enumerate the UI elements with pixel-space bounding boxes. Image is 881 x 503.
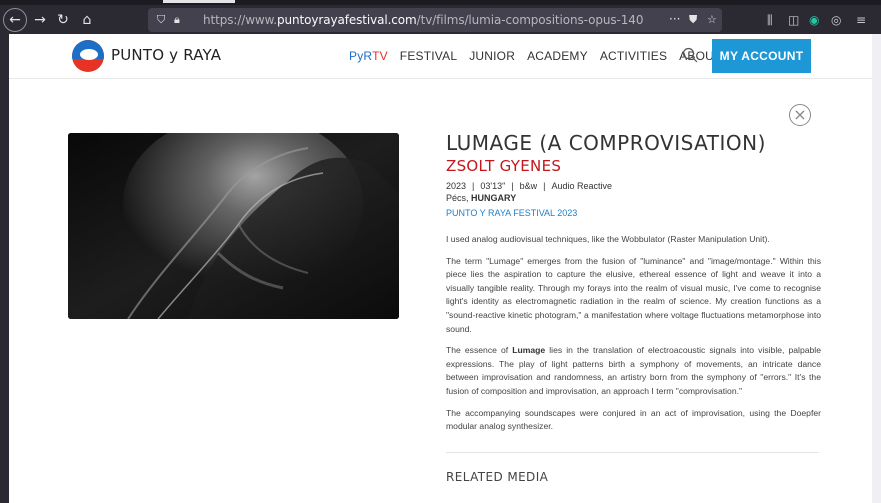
festival-link[interactable]: PUNTO Y RAYA FESTIVAL 2023 <box>446 208 821 218</box>
main-nav: PyRTV FESTIVAL JUNIOR ACADEMY ACTIVITIES… <box>349 49 734 63</box>
lock-icon[interactable]: 🔒︎ <box>174 12 180 28</box>
description-paragraph: I used analog audiovisual techniques, li… <box>446 234 770 244</box>
sidebar-icon[interactable]: ◫ <box>788 13 799 27</box>
description-paragraph: The essence of Lumage lies in the transl… <box>446 345 821 396</box>
nav-junior[interactable]: JUNIOR <box>469 49 515 63</box>
film-still-art <box>68 133 399 319</box>
film-tag[interactable]: Audio Reactive <box>552 181 613 191</box>
shield-icon[interactable]: ⛉ <box>157 12 165 28</box>
film-location: Pécs, HUNGARY <box>446 193 517 203</box>
logo-icon[interactable] <box>72 40 104 72</box>
star-icon[interactable]: ☆ <box>707 12 717 28</box>
film-color: b&w <box>519 181 538 191</box>
film-meta: 2023 | 03'13" | b&w | Audio Reactive <box>446 181 613 191</box>
reload-icon[interactable]: ↻ <box>54 11 72 29</box>
home-icon[interactable]: ⌂ <box>78 11 96 29</box>
forward-arrow-icon[interactable]: → <box>31 11 49 29</box>
window-edge <box>0 34 9 503</box>
account-icon[interactable]: ◎ <box>831 13 841 27</box>
film-duration: 03'13" <box>480 181 506 191</box>
film-title: LUMAGE (A COMPROVISATION) <box>446 131 766 155</box>
library-icon[interactable]: ⫼ <box>767 13 773 27</box>
close-icon[interactable]: × <box>789 104 811 126</box>
url-bar[interactable]: ⛉ 🔒︎ https://www.puntoyrayafestival.com/… <box>148 8 722 32</box>
url-text[interactable]: https://www.puntoyrayafestival.com/tv/fi… <box>203 13 643 27</box>
film-still-image[interactable] <box>68 133 399 319</box>
site-logo-text[interactable]: PUNTO y RAYA <box>111 46 221 64</box>
nav-pyrtv[interactable]: PyRTV <box>349 49 388 63</box>
description-paragraph: The term "Lumage" emerges from the fusio… <box>446 255 821 334</box>
page-actions-icon[interactable]: ··· <box>669 11 680 27</box>
extension-icon[interactable]: ◉ <box>809 13 819 27</box>
search-icon[interactable] <box>682 47 698 63</box>
browser-toolbar: ← → ↻ ⌂ ⛉ 🔒︎ https://www.puntoyrayafesti… <box>0 5 881 34</box>
pocket-icon[interactable]: ⛊ <box>689 12 697 28</box>
site-header: PUNTO y RAYA PyRTV FESTIVAL JUNIOR ACADE… <box>9 34 872 79</box>
section-divider <box>446 451 819 453</box>
film-details: LUMAGE (A COMPROVISATION) ZSOLT GYENES 2… <box>446 131 821 484</box>
scrollbar[interactable] <box>872 34 881 503</box>
nav-academy[interactable]: ACADEMY <box>527 49 588 63</box>
description-paragraph: The accompanying soundscapes were conjur… <box>446 407 821 432</box>
artist-name[interactable]: ZSOLT GYENES <box>446 157 821 175</box>
back-arrow-icon[interactable]: ← <box>3 8 27 32</box>
film-year: 2023 <box>446 181 467 191</box>
page-viewport: PUNTO y RAYA PyRTV FESTIVAL JUNIOR ACADE… <box>9 34 872 503</box>
related-media-heading: RELATED MEDIA <box>446 469 549 484</box>
active-tab-indicator <box>163 0 235 3</box>
nav-activities[interactable]: ACTIVITIES <box>600 49 667 63</box>
menu-icon[interactable]: ≡ <box>856 13 866 27</box>
my-account-button[interactable]: MY ACCOUNT <box>712 39 811 73</box>
nav-festival[interactable]: FESTIVAL <box>400 49 457 63</box>
